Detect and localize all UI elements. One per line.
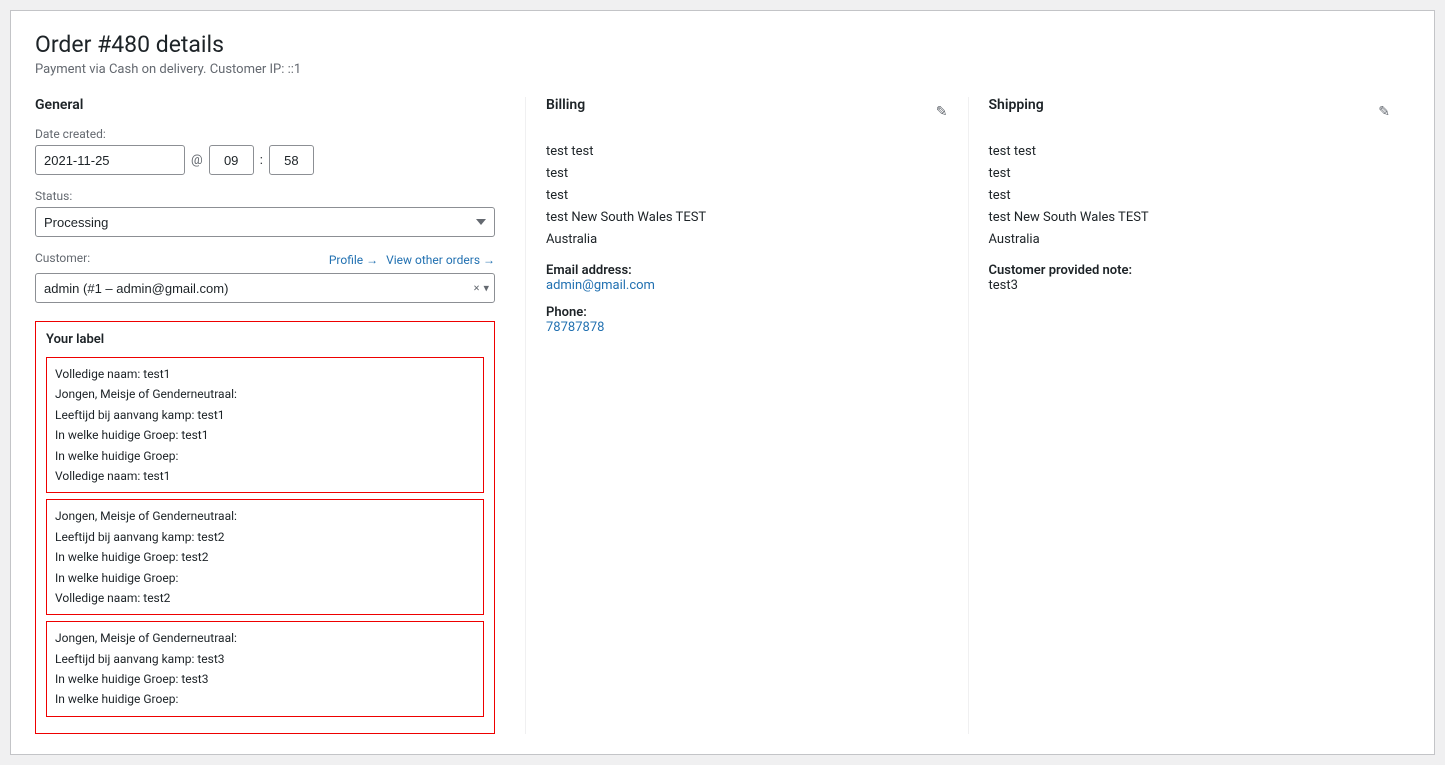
at-symbol: @ <box>191 153 203 168</box>
minute-input[interactable] <box>269 145 314 175</box>
customer-select[interactable]: admin (#1 – admin@gmail.com) <box>35 273 495 303</box>
label-line: Jongen, Meisje of Genderneutraal: <box>55 384 475 404</box>
status-label: Status: <box>35 189 495 203</box>
customer-row: Customer: Profile → View other orders → <box>35 251 495 269</box>
shipping-note-label: Customer provided note: <box>989 263 1391 278</box>
billing-section: Billing ✎ test test test test test New S… <box>525 97 968 734</box>
shipping-address: test test test test test New South Wales… <box>989 141 1391 251</box>
label-line: In welke huidige Groep: <box>55 568 475 588</box>
shipping-address-line-5: Australia <box>989 229 1391 251</box>
label-line: Leeftijd bij aanvang kamp: test1 <box>55 405 475 425</box>
shipping-section-title: Shipping <box>989 97 1044 113</box>
label-line: Volledige naam: test1 <box>55 364 475 384</box>
label-group-2: Jongen, Meisje of Genderneutraal: Leefti… <box>46 499 484 615</box>
shipping-note-group: Customer provided note: test3 <box>989 263 1391 293</box>
shipping-note-value: test3 <box>989 278 1391 293</box>
shipping-address-line-2: test <box>989 163 1391 185</box>
billing-address-line-2: test <box>546 163 948 185</box>
shipping-address-line-1: test test <box>989 141 1391 163</box>
your-label-section: Your label Volledige naam: test1 Jongen,… <box>35 321 495 734</box>
customer-links: Profile → View other orders → <box>329 253 495 267</box>
general-section: General Date created: @ : Status: Pendin… <box>35 97 525 734</box>
customer-select-wrapper: admin (#1 – admin@gmail.com) × ▾ <box>35 273 495 303</box>
your-label-title: Your label <box>46 332 484 347</box>
label-line: In welke huidige Groep: <box>55 446 475 466</box>
billing-address-line-3: test <box>546 185 948 207</box>
billing-section-header: Billing ✎ <box>546 97 948 127</box>
label-line: Leeftijd bij aanvang kamp: test3 <box>55 649 475 669</box>
view-orders-link[interactable]: View other orders → <box>386 253 495 267</box>
billing-email-group: Email address: admin@gmail.com <box>546 263 948 293</box>
customer-label: Customer: <box>35 251 90 265</box>
page-subtitle: Payment via Cash on delivery. Customer I… <box>35 62 1410 77</box>
billing-phone-label: Phone: <box>546 305 948 320</box>
label-line: In welke huidige Groep: test2 <box>55 547 475 567</box>
shipping-address-line-3: test <box>989 185 1391 207</box>
label-group-3: Jongen, Meisje of Genderneutraal: Leefti… <box>46 621 484 717</box>
date-label: Date created: <box>35 127 495 141</box>
main-grid: General Date created: @ : Status: Pendin… <box>35 97 1410 734</box>
billing-email-link[interactable]: admin@gmail.com <box>546 278 655 293</box>
date-row: @ : <box>35 145 495 175</box>
billing-phone-link[interactable]: 78787878 <box>546 320 604 335</box>
profile-link[interactable]: Profile → <box>329 253 378 267</box>
status-select-wrapper: Pending payment Processing On hold Compl… <box>35 207 495 237</box>
label-line: Volledige naam: test1 <box>55 466 475 486</box>
billing-address-line-4: test New South Wales TEST <box>546 207 948 229</box>
label-line: In welke huidige Groep: test3 <box>55 669 475 689</box>
page-title: Order #480 details <box>35 31 1410 58</box>
label-line: Jongen, Meisje of Genderneutraal: <box>55 506 475 526</box>
billing-email-label: Email address: <box>546 263 948 278</box>
billing-edit-icon[interactable]: ✎ <box>936 104 948 120</box>
shipping-section-header: Shipping ✎ <box>989 97 1391 127</box>
shipping-address-line-4: test New South Wales TEST <box>989 207 1391 229</box>
hour-input[interactable] <box>209 145 254 175</box>
billing-address-line-5: Australia <box>546 229 948 251</box>
label-line: Leeftijd bij aanvang kamp: test2 <box>55 527 475 547</box>
label-line: Volledige naam: test2 <box>55 588 475 608</box>
label-line: In welke huidige Groep: <box>55 689 475 709</box>
label-line: Jongen, Meisje of Genderneutraal: <box>55 628 475 648</box>
page-wrapper: Order #480 details Payment via Cash on d… <box>10 10 1435 755</box>
billing-section-title: Billing <box>546 97 585 113</box>
billing-address-line-1: test test <box>546 141 948 163</box>
shipping-edit-icon[interactable]: ✎ <box>1378 104 1390 120</box>
general-section-title: General <box>35 97 495 113</box>
billing-address: test test test test test New South Wales… <box>546 141 948 251</box>
label-line: In welke huidige Groep: test1 <box>55 425 475 445</box>
label-group-1: Volledige naam: test1 Jongen, Meisje of … <box>46 357 484 493</box>
status-select[interactable]: Pending payment Processing On hold Compl… <box>35 207 495 237</box>
shipping-section: Shipping ✎ test test test test test New … <box>968 97 1411 734</box>
time-separator: : <box>260 153 263 168</box>
date-input[interactable] <box>35 145 185 175</box>
billing-phone-group: Phone: 78787878 <box>546 305 948 335</box>
